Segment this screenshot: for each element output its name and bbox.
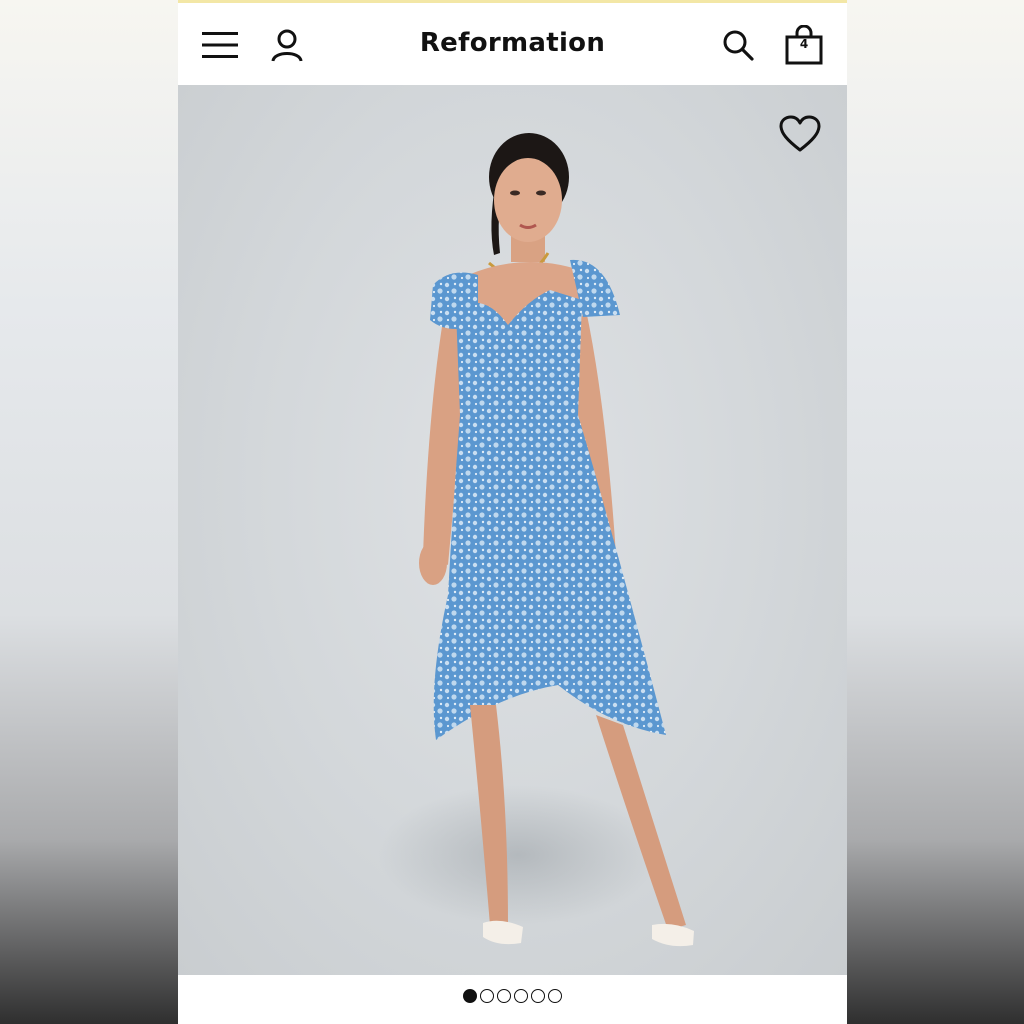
carousel-dot[interactable] [497,988,511,1003]
carousel-dot[interactable] [514,988,528,1003]
product-image[interactable] [178,85,847,975]
carousel-dot[interactable] [480,988,494,1003]
blurred-backdrop-right [847,0,1024,1024]
carousel-dot[interactable] [531,988,545,1003]
blurred-backdrop-left [0,0,178,1024]
bag-count-badge: 4 [799,37,809,51]
search-button[interactable] [718,25,758,65]
carousel-pagination [178,975,847,1024]
model-photo [378,133,694,947]
search-icon [723,30,754,61]
carousel-dot[interactable] [548,988,562,1003]
bag-button[interactable]: 4 [784,25,824,65]
carousel-dot-active[interactable] [463,988,477,1003]
site-header: Reformation 4 [178,3,847,85]
product-screen: Reformation 4 [178,0,847,1024]
wishlist-button[interactable] [778,112,822,156]
heart-icon [779,115,821,152]
